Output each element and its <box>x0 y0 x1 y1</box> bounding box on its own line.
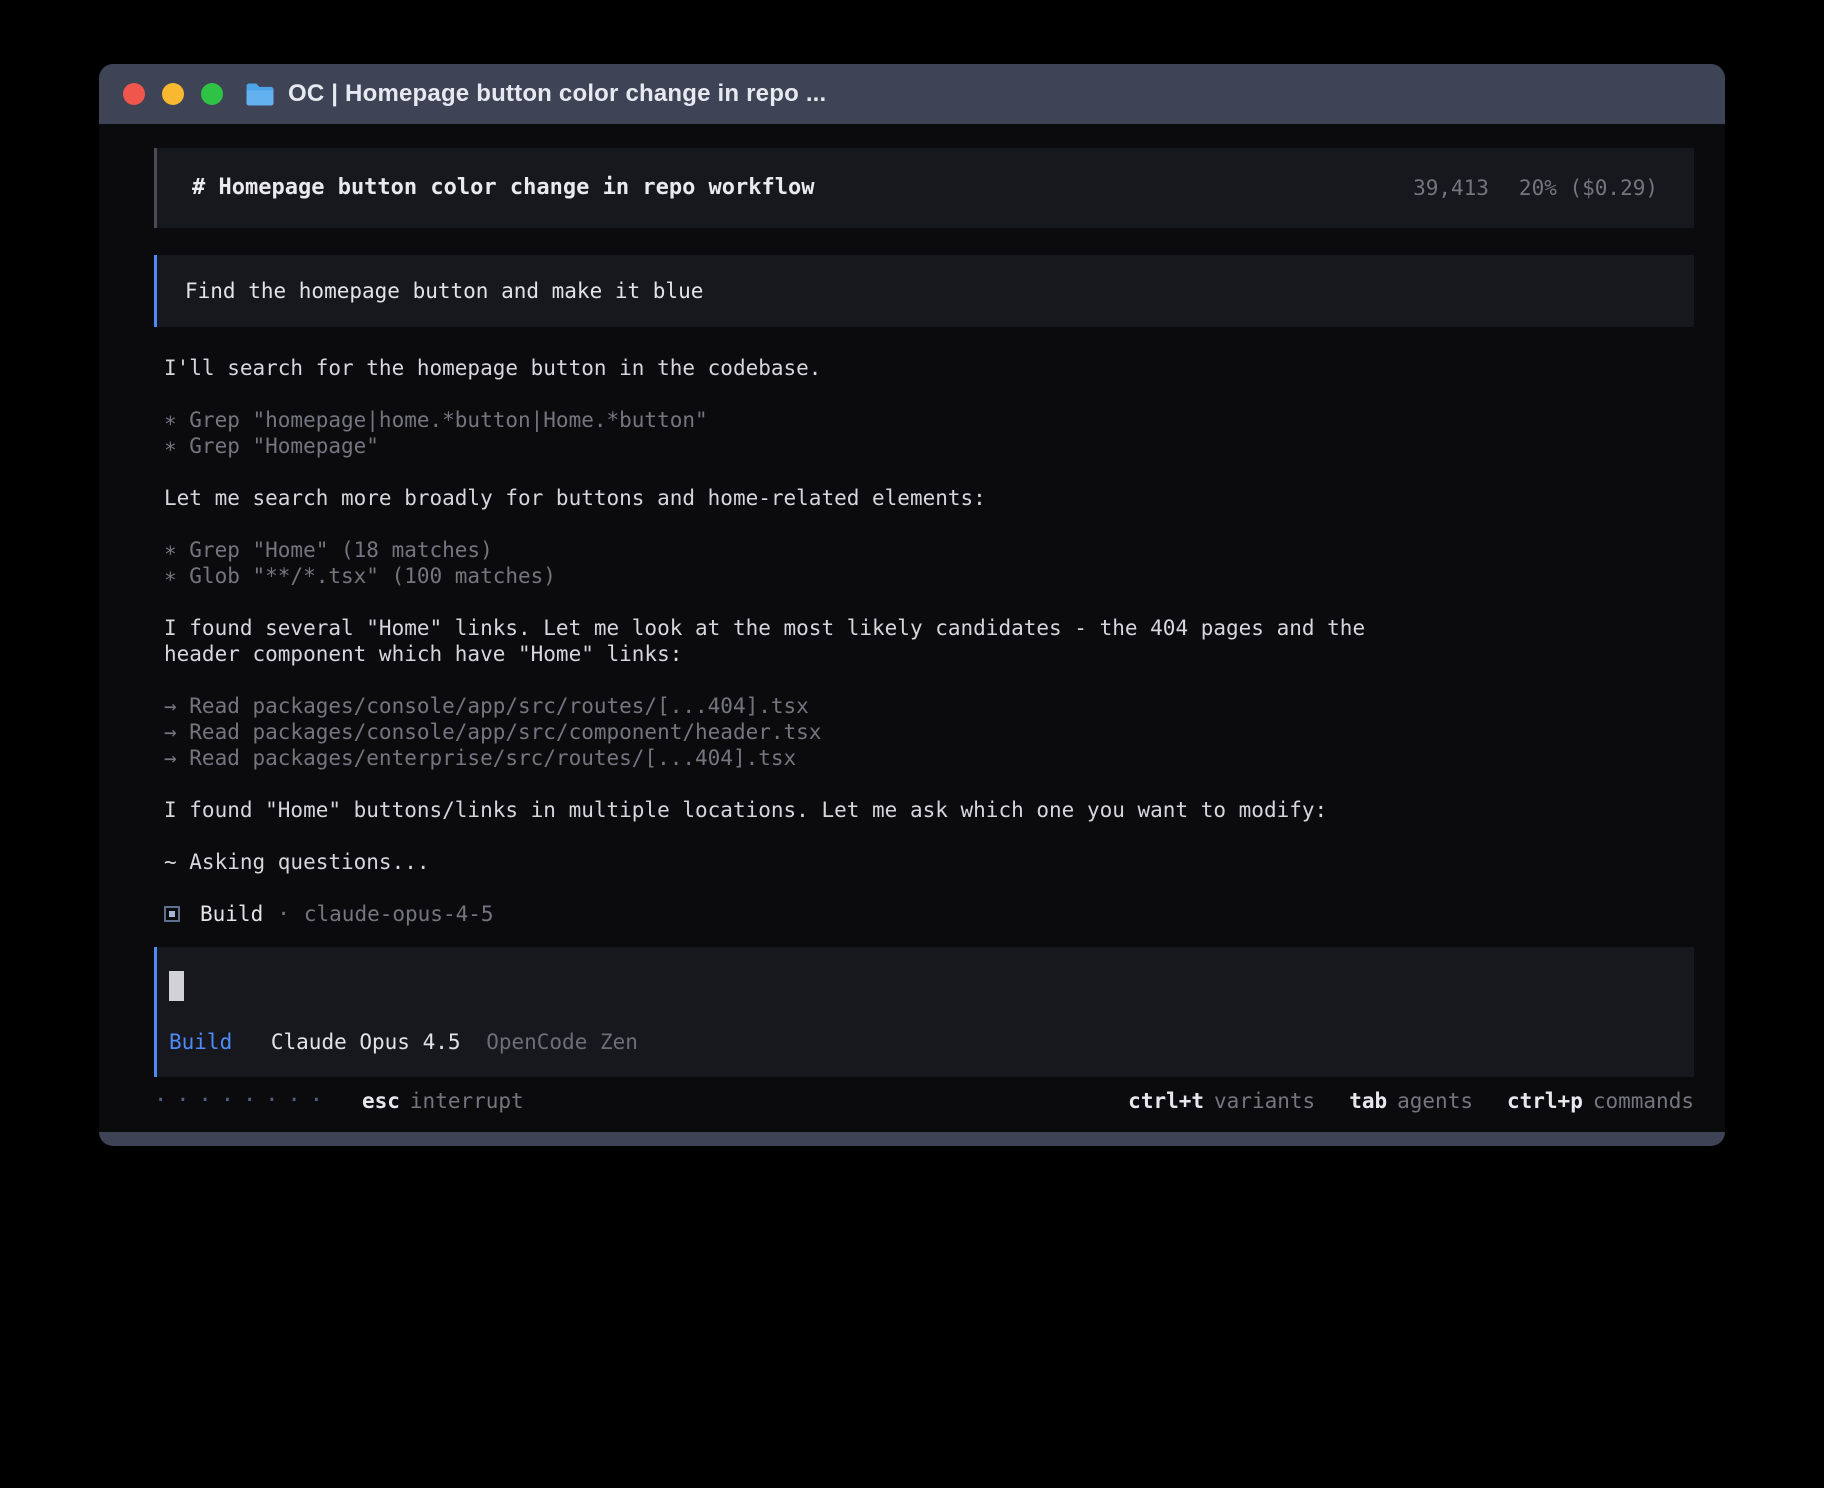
model-provider: OpenCode Zen <box>486 1030 638 1054</box>
variants-hint: ctrl+t variants <box>1128 1087 1315 1115</box>
agent-model: claude-opus-4-5 <box>304 901 494 927</box>
terminal-window: OC | Homepage button color change in rep… <box>99 64 1725 1146</box>
traffic-lights <box>123 83 223 105</box>
window-title: OC | Homepage button color change in rep… <box>288 80 826 108</box>
zoom-button[interactable] <box>201 83 223 105</box>
agent-separator: · <box>277 901 290 927</box>
assistant-paragraph: I found several "Home" links. Let me loo… <box>164 615 1414 667</box>
agent-status-line: Build · claude-opus-4-5 <box>164 901 1414 927</box>
agent-name: Build <box>200 901 263 927</box>
commands-hint: ctrl+p commands <box>1507 1087 1694 1115</box>
close-button[interactable] <box>123 83 145 105</box>
tool-call-grep: ∗ Grep "Homepage" <box>164 433 1414 459</box>
context-usage: 20% ($0.29) <box>1519 175 1658 201</box>
variants-label: variants <box>1214 1089 1315 1113</box>
assistant-message: I'll search for the homepage button in t… <box>164 355 1414 381</box>
build-agent-icon <box>164 906 180 922</box>
prompt-input[interactable]: Build Claude Opus 4.5 OpenCode Zen <box>154 947 1694 1077</box>
tool-call-group: ∗ Grep "Home" (18 matches) ∗ Glob "**/*.… <box>164 537 1414 589</box>
model-line: Build Claude Opus 4.5 OpenCode Zen <box>169 1029 638 1055</box>
active-agent[interactable]: Build <box>169 1030 232 1054</box>
assistant-message: I found "Home" buttons/links in multiple… <box>164 797 1414 823</box>
tool-call-read: → Read packages/enterprise/src/routes/[.… <box>164 745 1414 771</box>
commands-label: commands <box>1593 1089 1694 1113</box>
assistant-paragraph: Let me search more broadly for buttons a… <box>164 485 1414 511</box>
ctrl-t-key: ctrl+t <box>1128 1089 1204 1113</box>
tool-call-grep: ∗ Grep "Home" (18 matches) <box>164 537 1414 563</box>
tool-call-group: → Read packages/console/app/src/routes/[… <box>164 693 1414 771</box>
tool-call-group: ∗ Grep "homepage|home.*button|Home.*butt… <box>164 407 1414 459</box>
titlebar: OC | Homepage button color change in rep… <box>99 64 1725 124</box>
working-status: ~ Asking questions... <box>164 849 1414 875</box>
tool-call-grep: ∗ Grep "homepage|home.*button|Home.*butt… <box>164 407 1414 433</box>
text-cursor <box>169 971 184 1001</box>
agents-hint: tab agents <box>1349 1087 1473 1115</box>
ctrl-p-key: ctrl+p <box>1507 1089 1583 1113</box>
minimize-button[interactable] <box>162 83 184 105</box>
assistant-message: Let me search more broadly for buttons a… <box>164 485 1414 511</box>
assistant-paragraph: ~ Asking questions... <box>164 849 1414 875</box>
interrupt-label: interrupt <box>410 1089 524 1113</box>
tool-call-read: → Read packages/console/app/src/componen… <box>164 719 1414 745</box>
shortcut-hints: ctrl+t variants tab agents ctrl+p commands <box>1128 1087 1694 1115</box>
esc-key: esc <box>362 1089 400 1113</box>
conversation: I'll search for the homepage button in t… <box>154 355 1414 927</box>
assistant-paragraph: I found "Home" buttons/links in multiple… <box>164 797 1414 823</box>
token-count: 39,413 <box>1413 175 1489 201</box>
tool-call-read: → Read packages/console/app/src/routes/[… <box>164 693 1414 719</box>
tab-key: tab <box>1349 1089 1387 1113</box>
interrupt-hint: esc interrupt <box>362 1087 524 1115</box>
assistant-paragraph: I'll search for the homepage button in t… <box>164 355 1414 381</box>
folder-icon <box>245 82 275 107</box>
session-title: # Homepage button color change in repo w… <box>192 175 815 201</box>
tool-call-glob: ∗ Glob "**/*.tsx" (100 matches) <box>164 563 1414 589</box>
active-model[interactable]: Claude Opus 4.5 <box>271 1030 461 1054</box>
user-message: Find the homepage button and make it blu… <box>154 255 1694 327</box>
user-message-text: Find the homepage button and make it blu… <box>185 278 703 304</box>
terminal-content: # Homepage button color change in repo w… <box>99 124 1725 1132</box>
assistant-message: I found several "Home" links. Let me loo… <box>164 615 1414 667</box>
spinner-dots: ········ <box>154 1087 332 1115</box>
session-header: # Homepage button color change in repo w… <box>154 148 1694 228</box>
status-bar: ········ esc interrupt ctrl+t variants tab… <box>154 1087 1694 1115</box>
session-stats: 39,413 20% ($0.29) <box>1413 175 1658 201</box>
agents-label: agents <box>1397 1089 1473 1113</box>
